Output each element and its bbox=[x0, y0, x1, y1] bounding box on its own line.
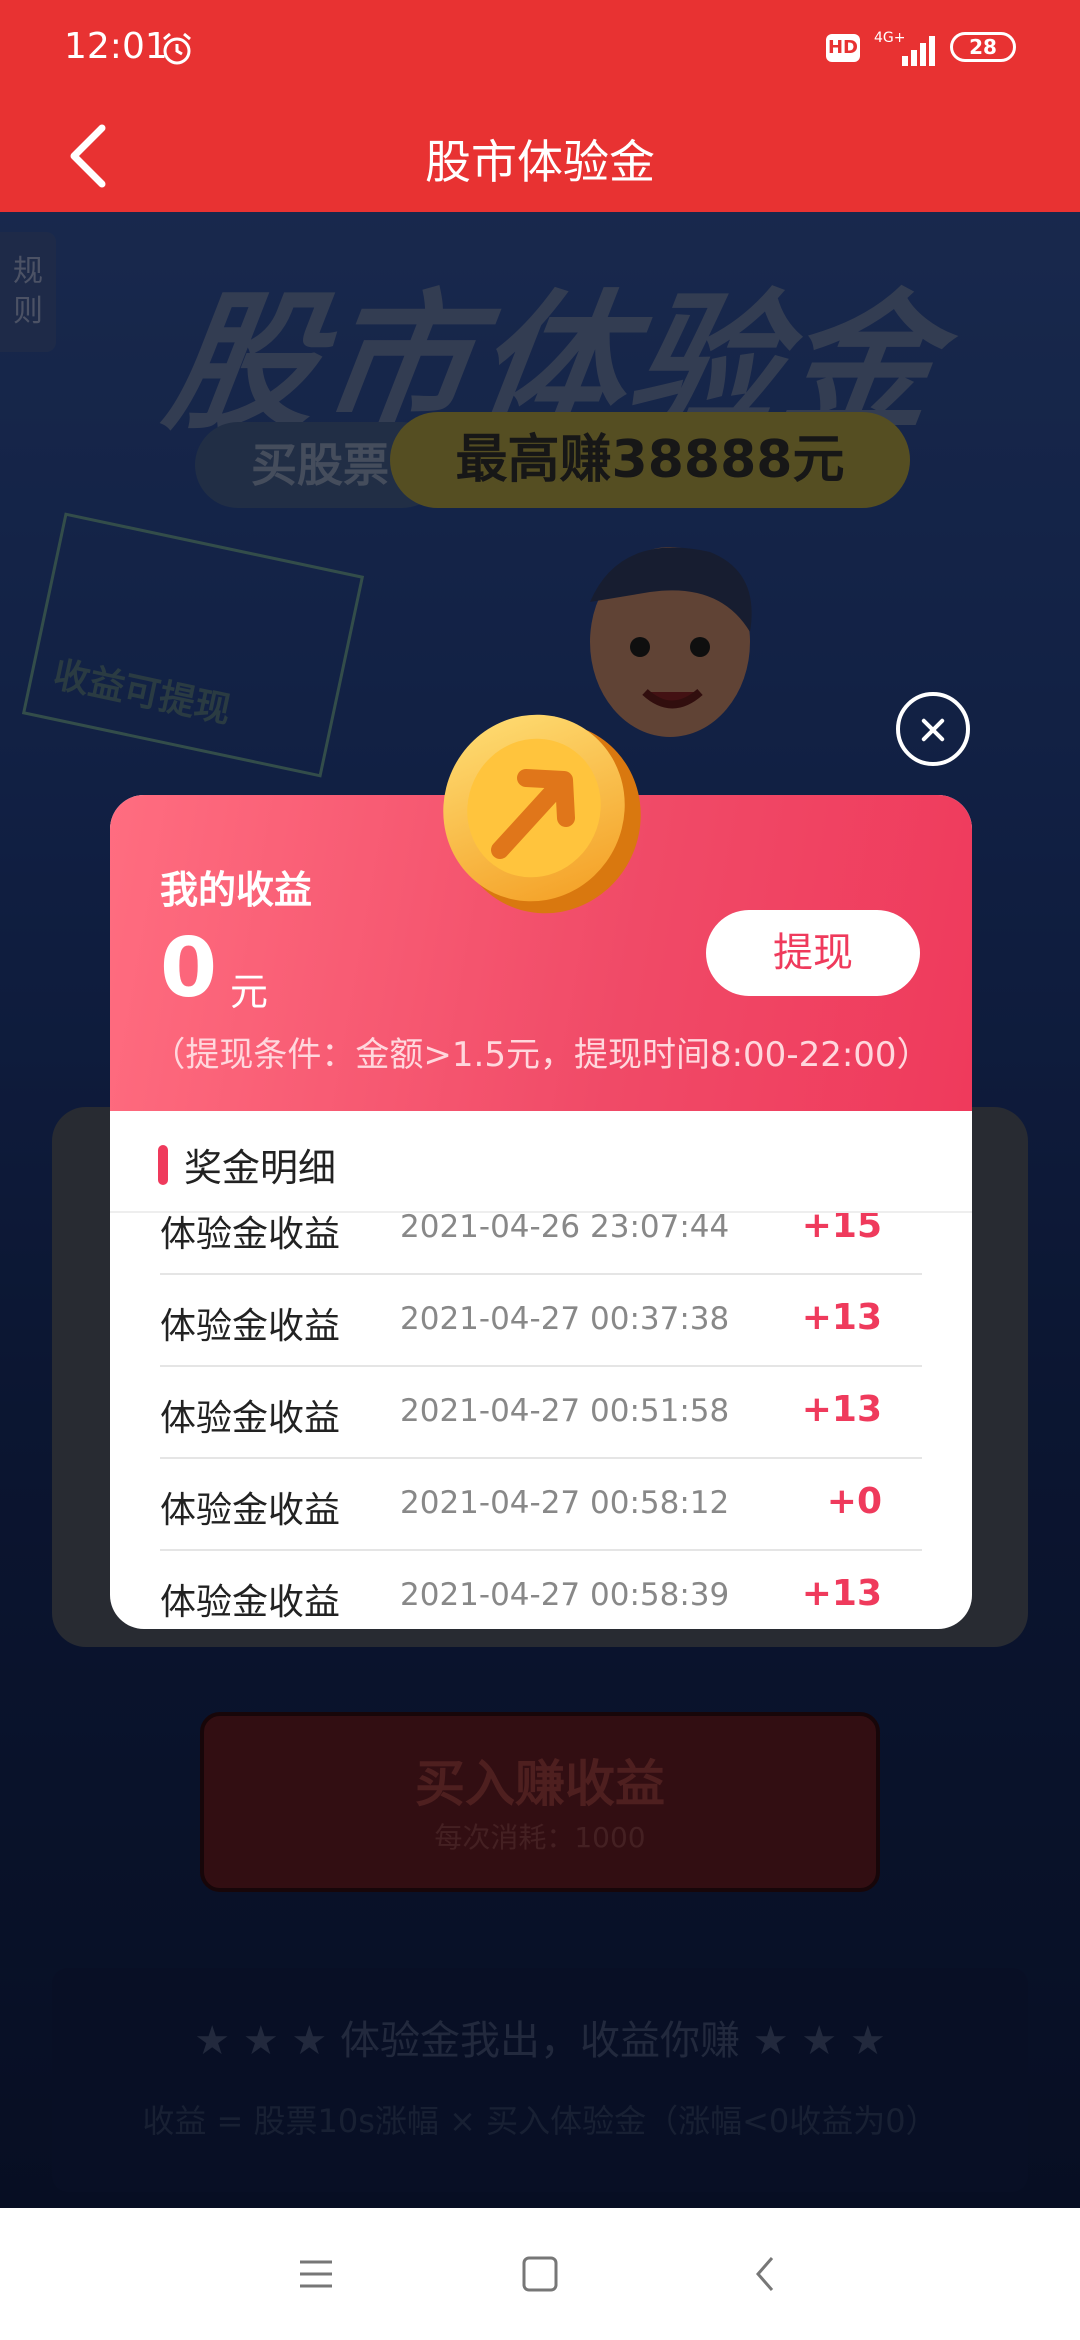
row-time: 2021-04-27 00:58:12 bbox=[400, 1485, 730, 1521]
row-name: 体验金收益 bbox=[160, 1398, 341, 1439]
gold-coin-arrow-icon bbox=[443, 714, 641, 914]
table-row: 体验金收益 2021-04-27 00:37:38 +13 bbox=[160, 1275, 922, 1367]
top-nav-bar: 股市体验金 bbox=[0, 100, 1080, 212]
row-value: +13 bbox=[801, 1389, 882, 1430]
table-row: 体验金收益 2021-04-27 00:58:12 +0 bbox=[160, 1459, 922, 1551]
status-time: 12:01 bbox=[64, 26, 168, 67]
close-modal-button[interactable] bbox=[896, 692, 970, 766]
hd-voice-icon: HD bbox=[826, 34, 860, 62]
section-accent-bar bbox=[158, 1145, 168, 1185]
menu-icon[interactable] bbox=[286, 2244, 346, 2304]
home-square-icon[interactable] bbox=[510, 2244, 570, 2304]
earnings-label: 我的收益 bbox=[160, 868, 313, 912]
row-value: +0 bbox=[826, 1481, 882, 1522]
row-value: +15 bbox=[801, 1213, 882, 1246]
row-value: +13 bbox=[801, 1573, 882, 1614]
page-title: 股市体验金 bbox=[425, 135, 655, 189]
row-name: 体验金收益 bbox=[160, 1582, 341, 1623]
status-bar: 12:01 HD 4G+ 28 bbox=[0, 0, 1080, 100]
withdraw-condition: （提现条件：金额>1.5元，提现时间8:00-22:00） bbox=[151, 1035, 931, 1075]
row-value: +13 bbox=[801, 1297, 882, 1338]
row-time: 2021-04-27 00:37:38 bbox=[400, 1301, 730, 1337]
battery-icon: 28 bbox=[950, 32, 1016, 62]
back-nav-icon[interactable] bbox=[736, 2244, 796, 2304]
network-type-label: 4G+ bbox=[874, 30, 906, 46]
table-row: 体验金收益 2021-04-27 00:58:39 +13 bbox=[160, 1551, 922, 1629]
row-time: 2021-04-27 00:58:39 bbox=[400, 1577, 730, 1613]
system-nav-bar bbox=[0, 2208, 1080, 2340]
alarm-clock-icon bbox=[163, 32, 191, 65]
bonus-detail-header: 奖金明细 bbox=[110, 1111, 972, 1213]
row-time: 2021-04-26 23:07:44 bbox=[400, 1213, 730, 1245]
table-row: 体验金收益 2021-04-26 23:07:44 +15 bbox=[160, 1213, 922, 1275]
row-time: 2021-04-27 00:51:58 bbox=[400, 1393, 730, 1429]
row-name: 体验金收益 bbox=[160, 1490, 341, 1531]
bonus-detail-title: 奖金明细 bbox=[184, 1146, 337, 1190]
table-row: 体验金收益 2021-04-27 00:51:58 +13 bbox=[160, 1367, 922, 1459]
earnings-unit: 元 bbox=[230, 970, 269, 1014]
withdraw-button[interactable]: 提现 bbox=[706, 910, 920, 996]
bonus-detail-list[interactable]: 体验金收益 2021-04-26 23:07:44 +15 体验金收益 2021… bbox=[160, 1213, 922, 1629]
row-name: 体验金收益 bbox=[160, 1214, 341, 1255]
battery-level: 28 bbox=[969, 35, 997, 59]
row-name: 体验金收益 bbox=[160, 1306, 341, 1347]
earnings-amount: 0 bbox=[160, 921, 218, 1016]
signal-strength-icon: 4G+ bbox=[874, 30, 935, 66]
